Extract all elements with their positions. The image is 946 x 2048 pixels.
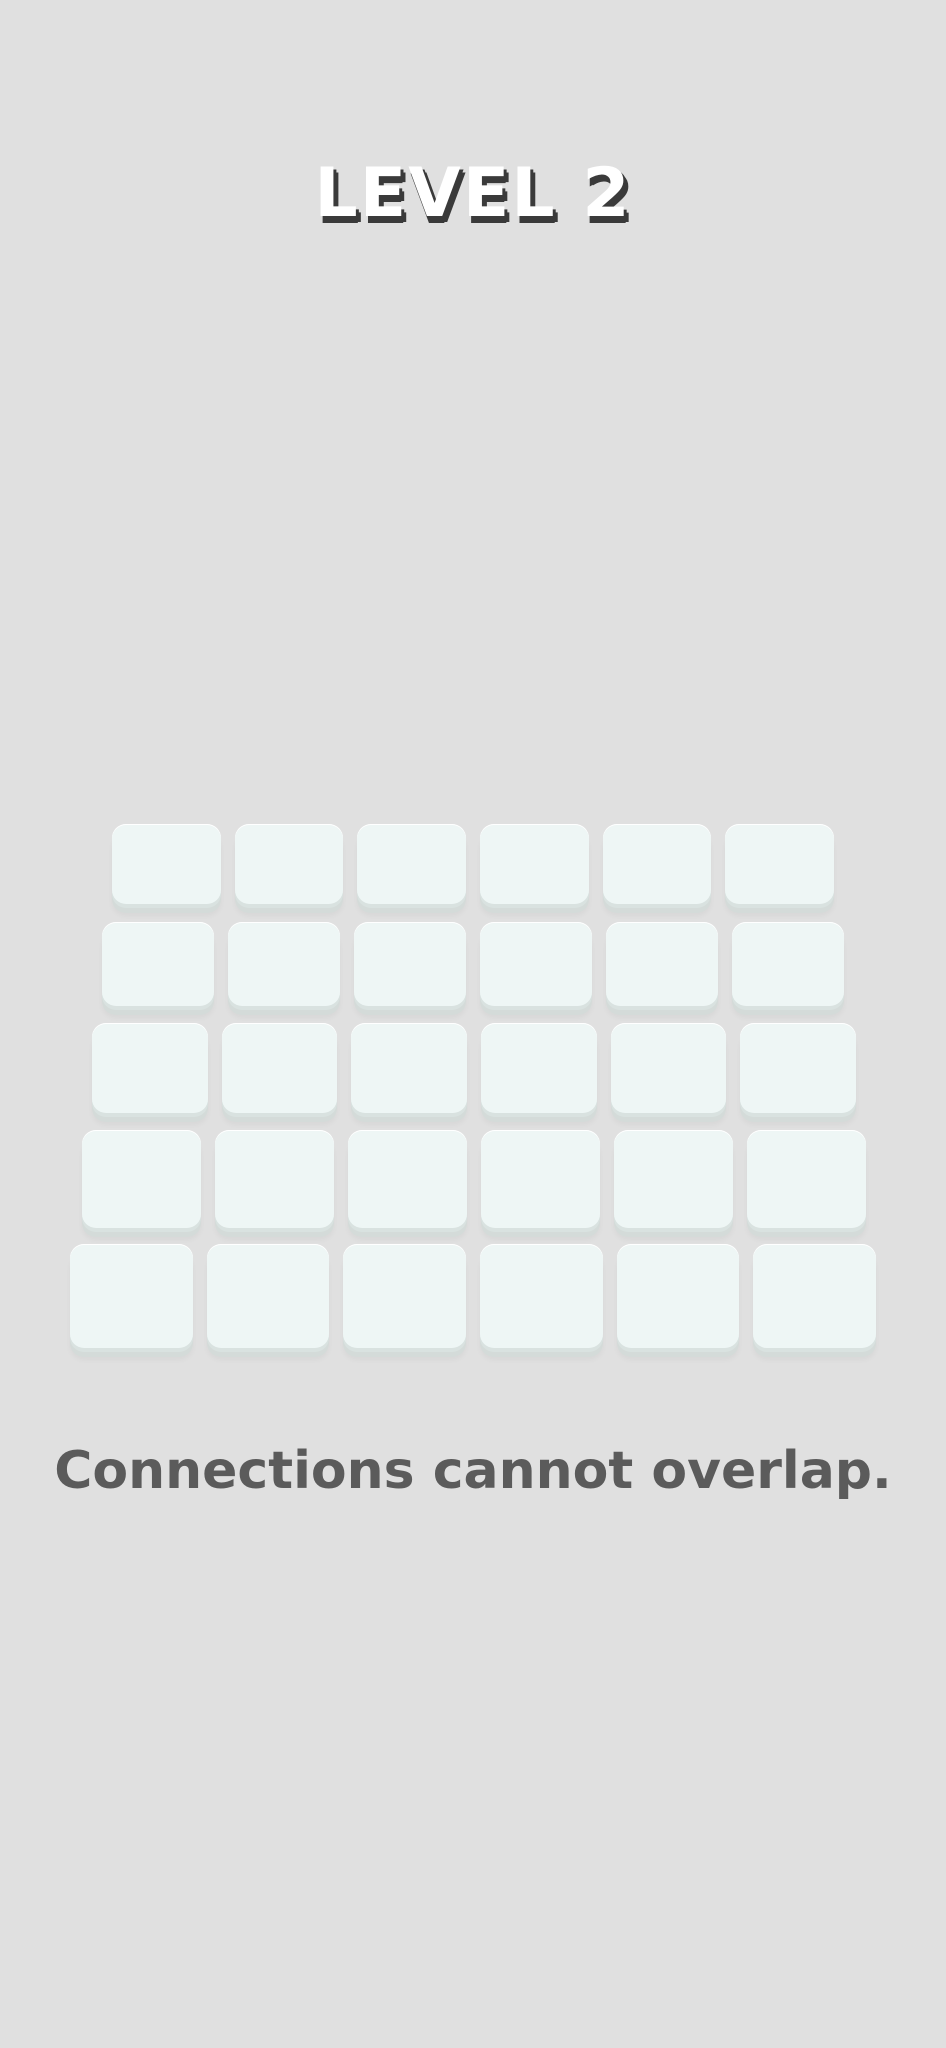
grid-tile[interactable] bbox=[747, 1130, 866, 1228]
grid-tile[interactable] bbox=[610, 1023, 727, 1113]
grid-tile[interactable] bbox=[481, 1023, 597, 1113]
grid-tile[interactable] bbox=[221, 1023, 338, 1113]
grid-tile[interactable] bbox=[614, 1130, 733, 1228]
grid-tile[interactable] bbox=[228, 922, 340, 1006]
puzzle-board bbox=[0, 0, 946, 2048]
grid-tile[interactable] bbox=[112, 824, 221, 904]
grid-tile[interactable] bbox=[82, 1130, 201, 1228]
grid-tile[interactable] bbox=[740, 1023, 856, 1113]
grid-tile[interactable] bbox=[480, 824, 589, 904]
grid-tile[interactable] bbox=[602, 824, 712, 904]
grid-tile[interactable] bbox=[351, 1023, 467, 1113]
grid-tile[interactable] bbox=[343, 1244, 466, 1348]
grid-tile[interactable] bbox=[70, 1244, 193, 1348]
grid-tile[interactable] bbox=[732, 922, 844, 1006]
grid-tile[interactable] bbox=[616, 1244, 740, 1348]
grid-tile[interactable] bbox=[215, 1130, 334, 1228]
grid-tile[interactable] bbox=[753, 1244, 876, 1348]
grid-tile[interactable] bbox=[354, 922, 466, 1006]
grid-tile[interactable] bbox=[725, 824, 834, 904]
hint-text: Connections cannot overlap. bbox=[54, 1441, 892, 1501]
grid-tile[interactable] bbox=[206, 1244, 330, 1348]
grid-tile[interactable] bbox=[480, 922, 592, 1006]
grid-tile[interactable] bbox=[234, 824, 344, 904]
grid-tile[interactable] bbox=[102, 922, 214, 1006]
grid-tile[interactable] bbox=[348, 1130, 467, 1228]
grid-tile[interactable] bbox=[606, 922, 718, 1006]
grid-tile[interactable] bbox=[481, 1130, 600, 1228]
grid-tile[interactable] bbox=[357, 824, 466, 904]
grid-tile[interactable] bbox=[480, 1244, 603, 1348]
grid-tile[interactable] bbox=[92, 1023, 208, 1113]
